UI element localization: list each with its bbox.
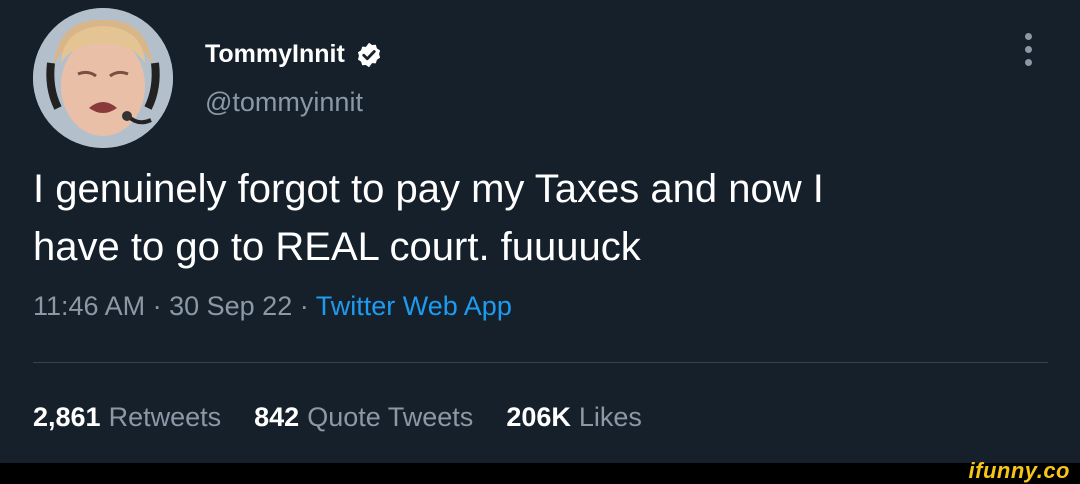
- retweets-stat[interactable]: 2,861 Retweets: [33, 402, 221, 433]
- author-handle[interactable]: @tommyinnit: [205, 87, 363, 118]
- more-options-icon[interactable]: [1016, 33, 1040, 73]
- meta-separator: ·: [152, 291, 162, 321]
- ifunny-watermark: ifunny.co: [968, 458, 1070, 483]
- quote-tweets-stat[interactable]: 842 Quote Tweets: [254, 402, 473, 433]
- meta-separator: ·: [299, 291, 309, 321]
- likes-count: 206K: [506, 402, 571, 432]
- tweet-source-link[interactable]: Twitter Web App: [316, 291, 512, 321]
- avatar[interactable]: [33, 8, 173, 148]
- divider: [33, 362, 1048, 363]
- verified-badge-icon: [355, 41, 383, 69]
- tweet-stats: 2,861 Retweets 842 Quote Tweets 206K Likes: [33, 402, 675, 433]
- retweets-count: 2,861: [33, 402, 101, 432]
- footer-bar: [0, 463, 1080, 484]
- tweet-text-line-1: I genuinely forgot to pay my Taxes and n…: [33, 167, 824, 211]
- author-name-row[interactable]: TommyInnit: [205, 40, 383, 69]
- tweet-text: I genuinely forgot to pay my Taxes and n…: [33, 160, 1033, 276]
- tweet-meta: 11:46 AM · 30 Sep 22 · Twitter Web App: [33, 291, 512, 322]
- author-display-name[interactable]: TommyInnit: [205, 40, 345, 69]
- tweet-text-line-2: have to go to REAL court. fuuuuck: [33, 225, 641, 269]
- avatar-photo: [33, 8, 173, 148]
- quote-tweets-count: 842: [254, 402, 300, 432]
- tweet-time[interactable]: 11:46 AM: [33, 291, 145, 321]
- quote-tweets-label: Quote Tweets: [307, 402, 474, 432]
- likes-label: Likes: [578, 402, 642, 432]
- likes-stat[interactable]: 206K Likes: [506, 402, 642, 433]
- tweet-date[interactable]: 30 Sep 22: [169, 291, 292, 321]
- retweets-label: Retweets: [108, 402, 222, 432]
